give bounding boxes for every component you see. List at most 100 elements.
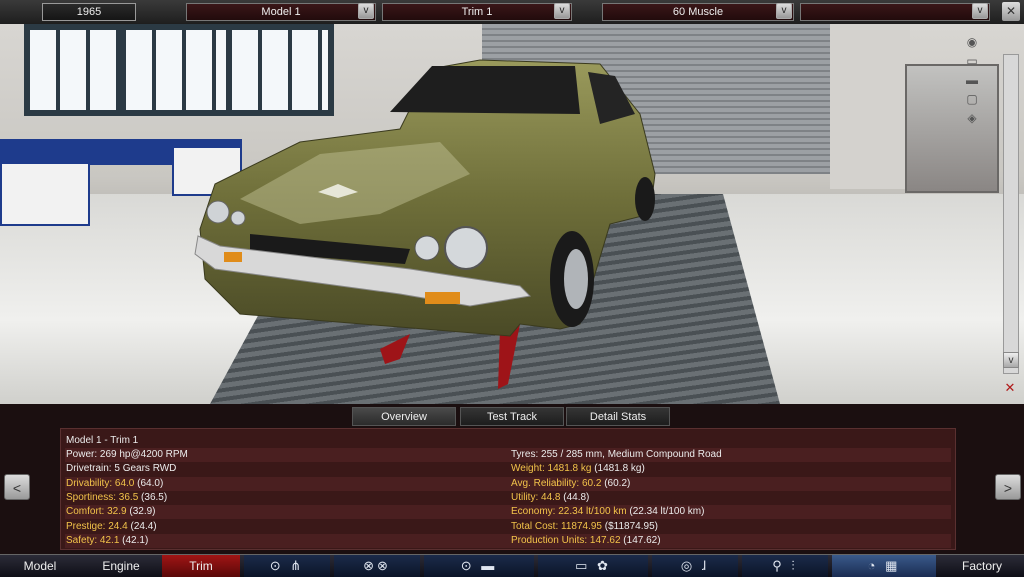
model-label: Model 1 <box>261 6 301 18</box>
tab-detail-stats[interactable]: Detail Stats <box>566 407 670 426</box>
stat-left: Comfort: 32.9 (32.9) <box>66 505 156 519</box>
stat-base-value: ($11874.95) <box>602 520 658 532</box>
body-dropdown-button[interactable]: v <box>776 3 792 19</box>
scroll-down-button[interactable]: v <box>1003 352 1019 368</box>
car-viewport[interactable]: ◉ ▭ ▬ ▢ ◈ v ✕ <box>0 24 1024 404</box>
nav-body[interactable]: ⊙ ▬ <box>424 555 534 577</box>
stat-left: Sportiness: 36.5 (36.5) <box>66 491 167 505</box>
stats-row: Prestige: 24.4 (24.4) Total Cost: 11874.9… <box>65 520 951 534</box>
car-front-icon[interactable]: ▭ <box>958 54 986 68</box>
trim-selector[interactable]: Trim 1 <box>382 3 572 21</box>
nav-factory[interactable]: Factory <box>940 555 1024 577</box>
car-angle-icon[interactable]: ◈ <box>958 111 986 125</box>
stat-label: Drivetrain: <box>66 463 112 475</box>
nav-car-fan[interactable]: ▭ ✿ <box>538 555 648 577</box>
chassis-gearbox-icons: ⊙ ⋔ <box>269 558 305 573</box>
main-nav: Model Engine Trim ⊙ ⋔ ⊗⊗ ⊙ ▬ ▭ ✿ ◎ ɺ ⚲ ⫶… <box>0 554 1024 577</box>
camera-record-icon[interactable]: ◉ <box>958 35 986 49</box>
stat-label: Economy: <box>511 506 556 518</box>
stat-value: 1481.8 kg <box>544 463 592 475</box>
stats-panel: Overview Test Track Detail Stats < > Mod… <box>0 404 1024 554</box>
stat-value: 255 / 285 mm, Medium Compound Road <box>538 449 722 460</box>
stat-label: Production Units: <box>511 534 588 546</box>
nav-testing[interactable]: ◔ ▦ <box>832 555 936 577</box>
close-button[interactable]: ✕ <box>1002 2 1020 21</box>
next-button[interactable]: > <box>995 474 1021 500</box>
nav-chassis-gearbox[interactable]: ⊙ ⋔ <box>244 555 330 577</box>
nav-engine[interactable]: Engine <box>82 555 160 577</box>
viewport-scrollbar[interactable] <box>1003 54 1019 374</box>
stats-row: Drivability: 64.0 (64.0) Avg. Reliability… <box>65 476 951 491</box>
stat-value: 24.4 <box>105 520 128 532</box>
stat-left: Prestige: 24.4 (24.4) <box>66 520 157 534</box>
stat-base-value: (147.62) <box>620 534 661 546</box>
stat-value: 22.34 lt/100 km <box>555 506 627 518</box>
nav-model[interactable]: Model <box>0 555 80 577</box>
stat-base-value: (64.0) <box>134 477 164 489</box>
stats-row: Safety: 42.1 (42.1) Production Units: 147… <box>65 533 951 548</box>
variant-dropdown-button[interactable]: v <box>972 3 988 19</box>
stat-right: Utility: 44.8 (44.8) <box>511 491 589 505</box>
stat-value: 147.62 <box>587 534 621 546</box>
stat-value: 42.1 <box>97 534 120 546</box>
stat-base-value: (24.4) <box>127 520 157 532</box>
year-selector[interactable]: 1965 <box>42 3 136 21</box>
stats-row: Comfort: 32.9 (32.9) Economy: 22.34 lt/10… <box>65 505 951 520</box>
stats-row: Sportiness: 36.5 (36.5) Utility: 44.8 (44… <box>65 491 951 505</box>
stat-label: Drivability: <box>66 477 113 489</box>
trim-dropdown-button[interactable]: v <box>554 3 570 19</box>
stat-right: Production Units: 147.62 (147.62) <box>511 534 661 548</box>
top-bar: 1965 Model 1 v Trim 1 v 60 Muscle v v ✕ <box>0 0 1024 25</box>
stat-label: Sportiness: <box>66 491 117 503</box>
tab-test-track[interactable]: Test Track <box>460 407 564 426</box>
model-dropdown-button[interactable]: v <box>358 3 374 19</box>
body-selector[interactable]: 60 Muscle <box>602 3 794 21</box>
stat-label: Comfort: <box>66 506 105 518</box>
stat-label: Power: <box>66 449 98 460</box>
stat-right: Economy: 22.34 lt/100 km (22.34 lt/100 k… <box>511 505 704 519</box>
car-top-icon[interactable]: ▢ <box>958 92 986 106</box>
variant-selector[interactable] <box>800 3 990 21</box>
stat-base-value: (42.1) <box>119 534 149 546</box>
stat-value: 32.9 <box>104 506 127 518</box>
steering-seat-icons: ◎ ɺ <box>680 558 710 573</box>
stat-base-value: (32.9) <box>126 506 156 518</box>
stats-row: Power: 269 hp@4200 RPM Tyres: 255 / 285 m… <box>65 448 951 462</box>
stats-title: Model 1 - Trim 1 <box>66 435 139 446</box>
stat-value: 11874.95 <box>558 520 602 532</box>
stat-base-value: (44.8) <box>560 491 590 503</box>
stat-left: Safety: 42.1 (42.1) <box>66 534 148 548</box>
stat-value: 36.5 <box>116 491 139 503</box>
stat-base-value: (22.34 lt/100 km) <box>626 506 705 518</box>
tab-overview[interactable]: Overview <box>352 407 456 426</box>
prev-button[interactable]: < <box>4 474 30 500</box>
testing-icons: ◔ ▦ <box>867 558 901 573</box>
stat-left: Drivetrain: 5 Gears RWD <box>66 462 176 476</box>
car-side-icon[interactable]: ▬ <box>958 73 986 87</box>
suspension-icons: ⚲ ⫶ <box>772 558 798 573</box>
nav-suspension[interactable]: ⚲ ⫶ <box>742 555 828 577</box>
car-model <box>194 59 656 389</box>
stat-base-value: (36.5) <box>138 491 168 503</box>
stat-value: 5 Gears RWD <box>111 463 177 475</box>
nav-wheels[interactable]: ⊗⊗ <box>334 555 420 577</box>
stat-label: Utility: <box>511 491 539 503</box>
nav-trim[interactable]: Trim <box>162 555 240 577</box>
overview-stats: Model 1 - Trim 1 Power: 269 hp@4200 RPM T… <box>60 428 956 550</box>
car-fan-icons: ▭ ✿ <box>575 558 611 573</box>
stat-base-value: (60.2) <box>601 477 631 489</box>
stat-value: 269 hp@4200 RPM <box>97 449 188 460</box>
stat-label: Total Cost: <box>511 520 559 532</box>
stat-label: Tyres: <box>511 449 539 460</box>
trim-label: Trim 1 <box>461 6 493 18</box>
model-selector[interactable]: Model 1 <box>186 3 376 21</box>
stat-label: Prestige: <box>66 520 106 532</box>
reset-view-icon[interactable]: ✕ <box>1002 380 1018 396</box>
stat-right: Avg. Reliability: 60.2 (60.2) <box>511 477 630 491</box>
stat-right: Total Cost: 11874.95 ($11874.95) <box>511 520 658 534</box>
body-label: 60 Muscle <box>672 6 724 18</box>
stats-row: Drivetrain: 5 Gears RWD Weight: 1481.8 kg… <box>65 462 951 476</box>
stat-label: Safety: <box>66 534 98 546</box>
stat-label: Weight: <box>511 463 545 475</box>
nav-steering-seat[interactable]: ◎ ɺ <box>652 555 738 577</box>
